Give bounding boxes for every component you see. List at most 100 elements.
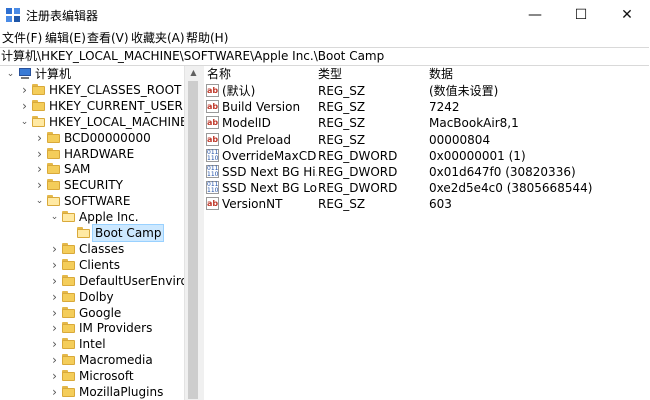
value-row[interactable]: 011 110 SSD Next BG Hi... REG_DWORD 0x01d647… <box>204 164 650 180</box>
menu-file[interactable]: 文件(F) <box>2 30 42 47</box>
value-name: VersionNT <box>222 197 283 212</box>
minimize-button[interactable]: — <box>512 0 558 30</box>
address-bar[interactable]: 计算机\HKEY_LOCAL_MACHINE\SOFTWARE\Apple In… <box>0 47 649 66</box>
chevron-right-icon[interactable]: › <box>50 336 59 352</box>
window-title: 注册表编辑器 <box>26 9 99 23</box>
tree-item[interactable]: Boot Camp <box>65 224 184 242</box>
tree-item-label: HKEY_CURRENT_USER <box>49 98 183 113</box>
string-value-icon: ab <box>206 132 219 146</box>
value-data: 0x00000001 (1) <box>429 148 526 163</box>
tree-item[interactable]: ⌄ Apple Inc. <box>50 209 184 225</box>
value-row[interactable]: ab VersionNT REG_SZ 603 <box>204 196 650 212</box>
chevron-right-icon[interactable]: › <box>50 289 59 305</box>
chevron-right-icon[interactable]: › <box>50 384 59 400</box>
tree-item[interactable]: › BCD00000000 <box>35 130 184 146</box>
tree-item[interactable]: › Classes <box>50 241 184 257</box>
folder-icon <box>32 99 45 111</box>
chevron-right-icon[interactable]: › <box>50 241 59 257</box>
folder-icon <box>62 386 75 397</box>
scrollbar-thumb[interactable] <box>188 81 198 399</box>
tree-item[interactable]: ⌄ 计算机 <box>6 66 184 82</box>
tree-item-label: 计算机 <box>35 67 72 81</box>
menu-edit[interactable]: 编辑(E) <box>45 30 86 47</box>
tree-item-label: IM Providers <box>79 321 153 336</box>
tree-item-label: BCD00000000 <box>64 130 151 145</box>
tree-item[interactable]: › HKEY_CLASSES_ROOT <box>20 82 184 98</box>
folder-icon <box>62 274 75 286</box>
chevron-right-icon[interactable]: › <box>50 305 59 321</box>
value-row[interactable]: ab (默认) REG_SZ (数值未设置) <box>204 83 650 99</box>
maximize-button[interactable]: ☐ <box>558 0 604 30</box>
value-type: REG_DWORD <box>318 181 398 196</box>
dword-value-icon: 011 110 <box>206 148 219 162</box>
tree-item[interactable]: › Clients <box>50 257 184 273</box>
value-data: 603 <box>429 197 452 212</box>
value-data: 0xe2d5e4c0 (3805668544) <box>429 181 593 196</box>
tree-item[interactable]: › MozillaPlugins <box>50 384 184 400</box>
value-type: REG_DWORD <box>318 165 398 179</box>
chevron-right-icon[interactable]: › <box>50 368 59 384</box>
tree-item[interactable]: › SAM <box>35 161 184 177</box>
value-row[interactable]: ab Build Version REG_SZ 7242 <box>204 99 650 115</box>
chevron-right-icon[interactable]: › <box>50 257 59 273</box>
tree-item-label: Boot Camp <box>92 224 165 242</box>
tree-item[interactable]: › Macromedia <box>50 352 184 368</box>
tree-item[interactable]: › DefaultUserEnvironm <box>50 273 184 289</box>
tree-item-label: Google <box>79 305 122 320</box>
value-data: 0x01d647f0 (30820336) <box>429 165 576 179</box>
menu-view[interactable]: 查看(V) <box>87 30 129 47</box>
tree-item-label: SOFTWARE <box>64 194 131 209</box>
tree-item[interactable]: › Microsoft <box>50 368 184 384</box>
dword-value-icon: 011 110 <box>206 181 219 195</box>
chevron-right-icon[interactable]: › <box>20 82 29 98</box>
tree-item[interactable]: ⌄ SOFTWARE <box>35 193 184 209</box>
folder-icon <box>62 370 75 382</box>
tree-item[interactable]: › HKEY_CURRENT_USER <box>20 98 184 114</box>
string-value-icon: ab <box>206 100 219 114</box>
folder-icon <box>32 115 45 127</box>
tree-item-label: MozillaPlugins <box>79 385 164 399</box>
chevron-right-icon[interactable]: › <box>20 98 29 114</box>
chevron-right-icon[interactable]: › <box>35 130 44 146</box>
chevron-down-icon[interactable]: ⌄ <box>35 193 44 209</box>
column-header-name[interactable]: 名称 <box>207 66 231 82</box>
close-button[interactable]: ✕ <box>604 0 650 30</box>
column-header-type[interactable]: 类型 <box>318 66 342 82</box>
chevron-right-icon[interactable]: › <box>50 273 59 289</box>
tree-item[interactable]: › IM Providers <box>50 320 184 336</box>
tree-item[interactable]: › Intel <box>50 336 184 352</box>
chevron-right-icon[interactable]: › <box>35 146 44 162</box>
tree-scrollbar[interactable]: ▲ <box>184 66 202 400</box>
tree-item-label: Apple Inc. <box>79 210 139 225</box>
value-name: SSD Next BG Lo... <box>222 181 317 196</box>
value-row[interactable]: 011110OverrideMaxCD...REG_DWORD 0x0000000… <box>204 148 650 164</box>
chevron-down-icon[interactable]: ⌄ <box>20 114 29 130</box>
menu-bar: 文件(F) 编辑(E) 查看(V) 收藏夹(A) 帮助(H) <box>0 30 650 47</box>
tree-item-label: SAM <box>64 162 91 177</box>
menu-favorites[interactable]: 收藏夹(A) <box>131 30 185 47</box>
tree-item[interactable]: › HARDWARE <box>35 146 184 162</box>
value-list: 名称 类型 数据 ab (默认) REG_SZ (数值未设置) ab Build Vers… <box>204 66 650 400</box>
chevron-right-icon[interactable]: › <box>35 161 44 177</box>
chevron-down-icon[interactable]: ⌄ <box>6 66 15 82</box>
chevron-right-icon[interactable]: › <box>50 352 59 368</box>
folder-icon <box>47 163 60 175</box>
value-data: (数值未设置) <box>429 84 499 98</box>
tree-item[interactable]: › SECURITY <box>35 177 184 193</box>
column-header-data[interactable]: 数据 <box>429 66 453 82</box>
menu-help[interactable]: 帮助(H) <box>186 30 228 47</box>
key-tree: ⌄ 计算机 › HKEY_CLASSES_ROOT › HKEY_CURRENT_USER… <box>0 66 184 400</box>
scroll-up-arrow-icon[interactable]: ▲ <box>185 66 202 80</box>
tree-item[interactable]: › Dolby <box>50 289 184 305</box>
string-value-icon: ab <box>206 197 219 211</box>
tree-item-label: Dolby <box>79 289 114 304</box>
value-row[interactable]: ab ModelID REG_SZ MacBookAir8,1 <box>204 115 650 131</box>
tree-item[interactable]: ⌄ HKEY_LOCAL_MACHINE <box>20 114 184 130</box>
chevron-right-icon[interactable]: › <box>35 177 44 193</box>
value-row[interactable]: 011110SSD Next BG Lo...REG_DWORD 0xe2d5e4… <box>204 180 650 196</box>
tree-item[interactable]: › Google <box>50 305 184 321</box>
value-row[interactable]: ab Old Preload REG_SZ 00000804 <box>204 132 650 148</box>
value-name: OverrideMaxCD... <box>222 148 317 163</box>
chevron-right-icon[interactable]: › <box>50 320 59 336</box>
chevron-down-icon[interactable]: ⌄ <box>50 209 59 225</box>
